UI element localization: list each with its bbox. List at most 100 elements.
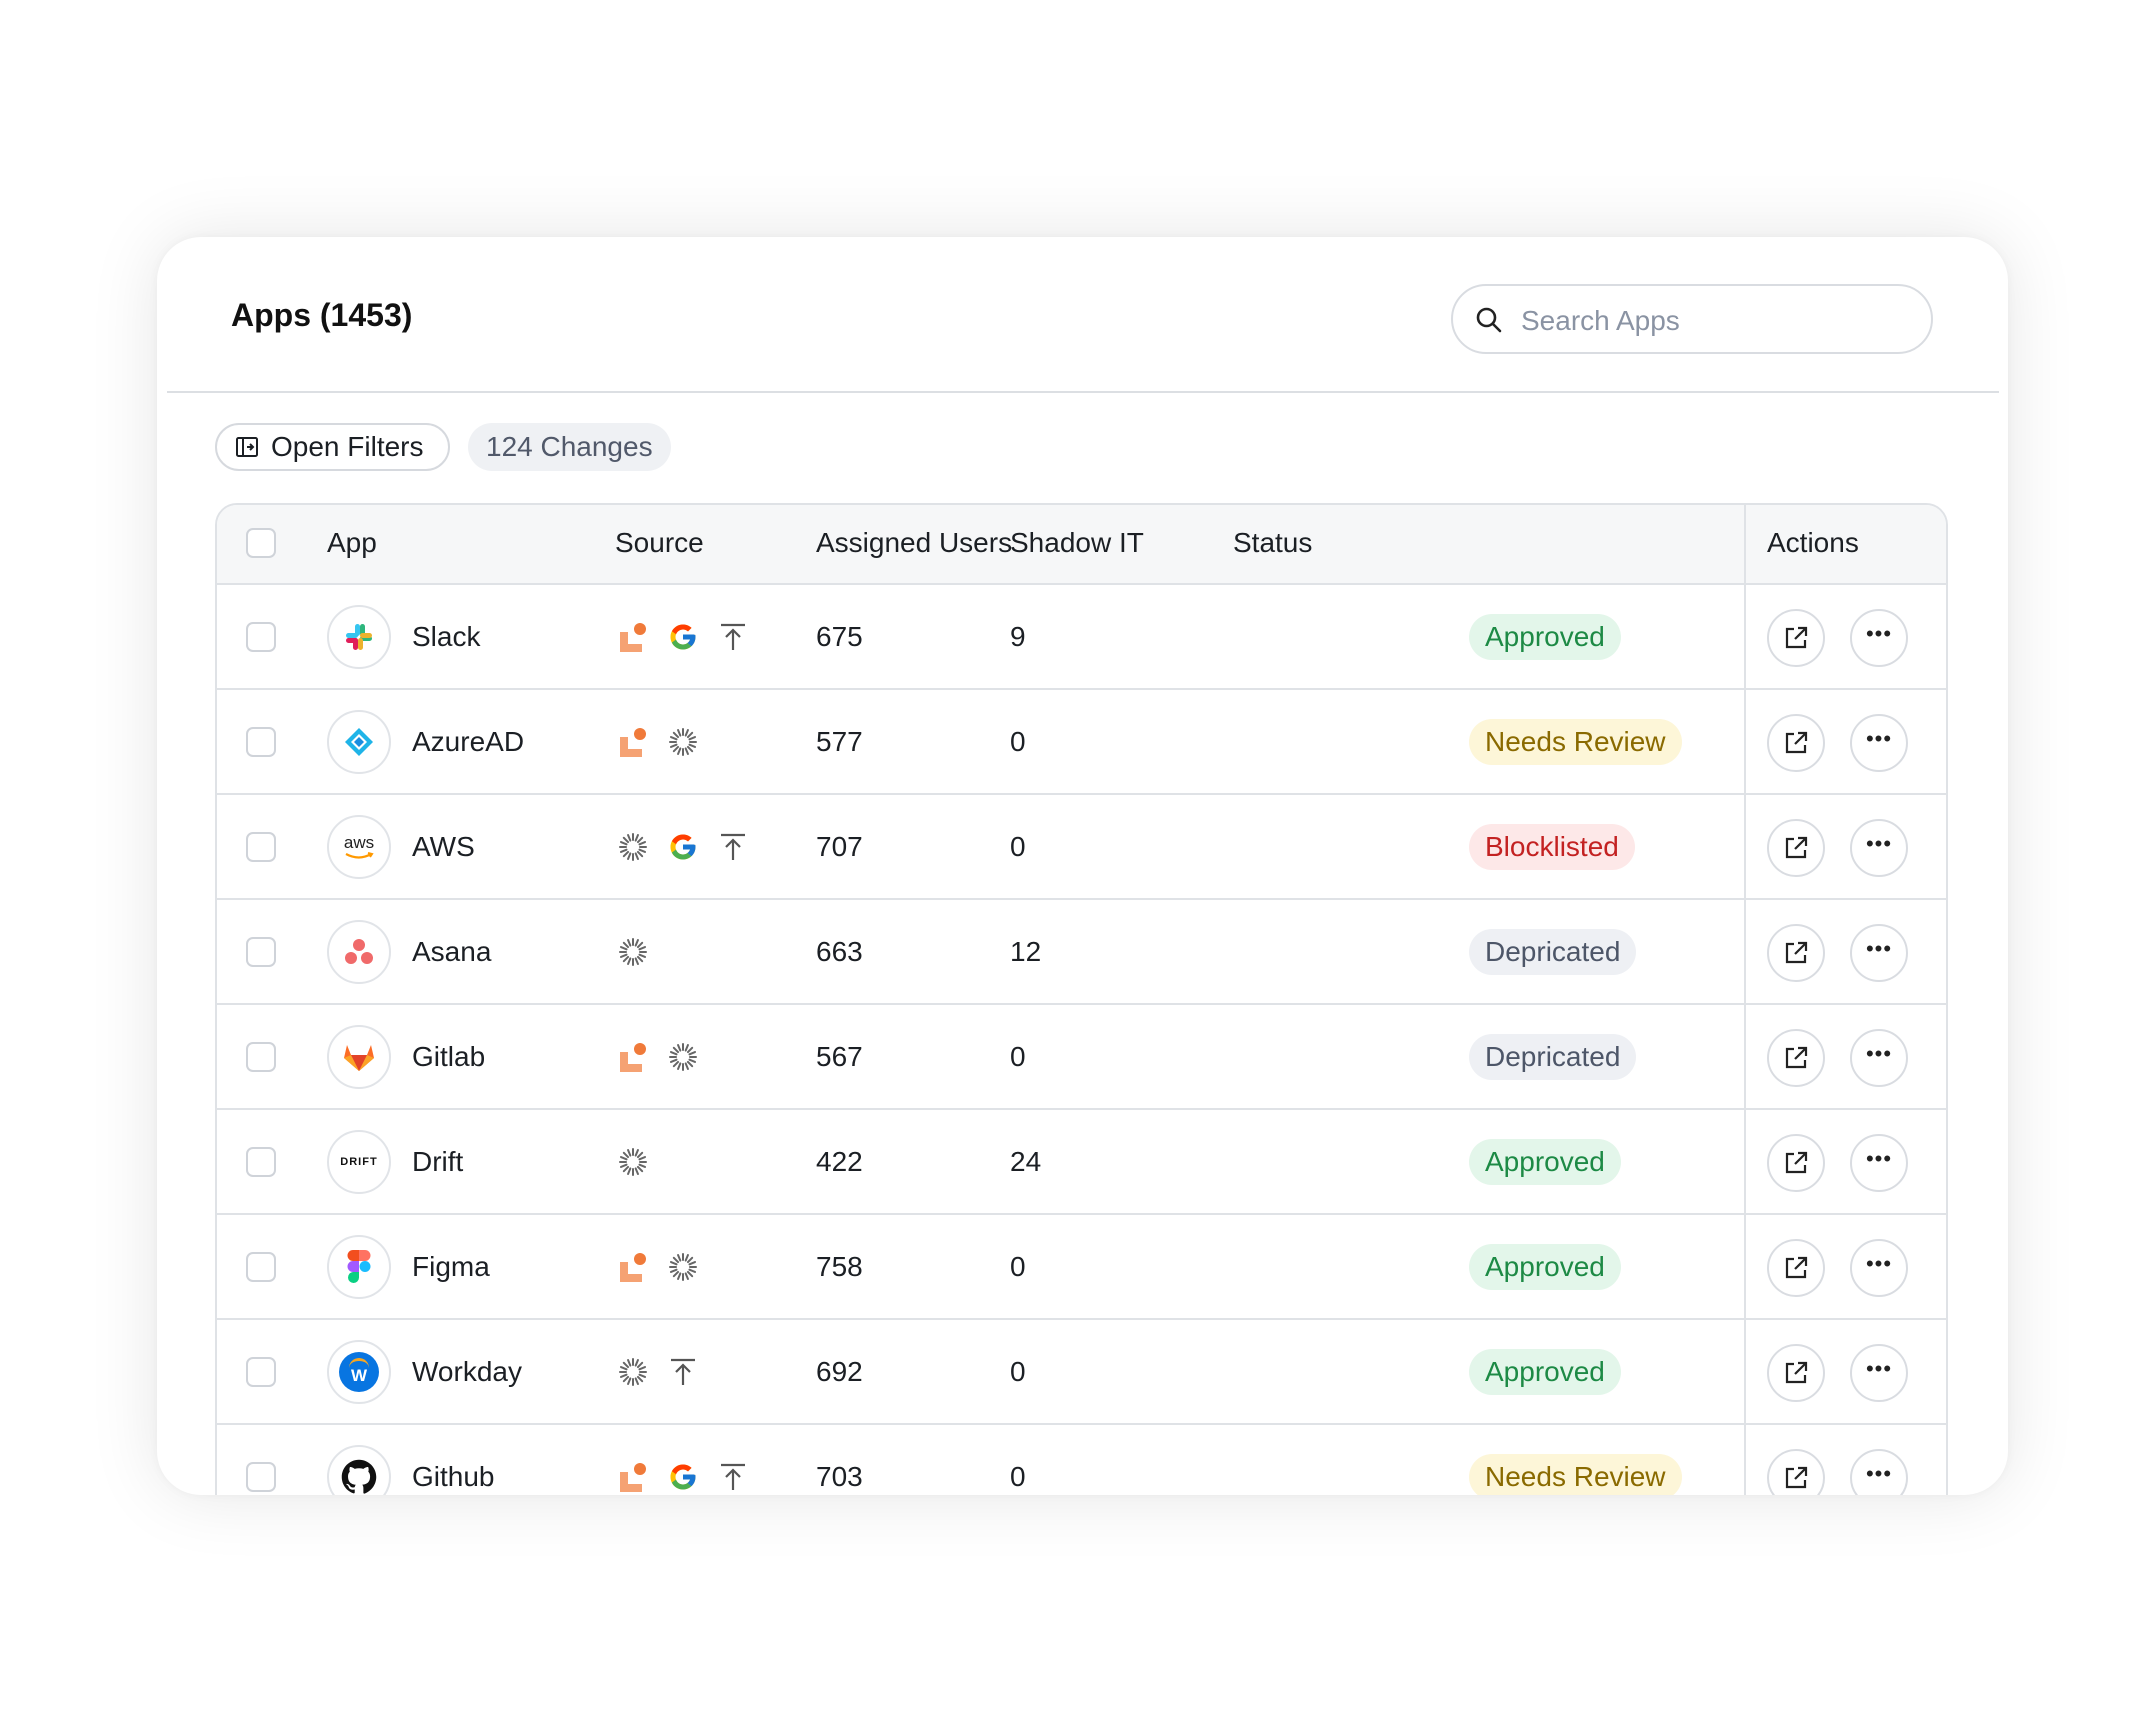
table-row[interactable]: aws AWS 707 0 Blocklisted ••• <box>217 795 1946 900</box>
app-name[interactable]: Gitlab <box>412 1041 485 1073</box>
external-link-icon <box>1783 1045 1809 1071</box>
source-icons <box>615 829 751 865</box>
col-status[interactable]: Status <box>1233 527 1312 559</box>
assigned-users-value: 692 <box>816 1356 863 1387</box>
table-row[interactable]: Figma 758 0 Approved ••• <box>217 1215 1946 1320</box>
open-app-button[interactable] <box>1767 1239 1825 1297</box>
row-checkbox[interactable] <box>246 832 276 862</box>
shadow-it-value: 0 <box>1010 1251 1026 1282</box>
external-link-icon <box>1783 835 1809 861</box>
col-app[interactable]: App <box>327 527 377 559</box>
aws-wordmark: aws <box>343 833 375 852</box>
table-row[interactable]: W Workday 692 0 Approved ••• <box>217 1320 1946 1425</box>
app-name[interactable]: Github <box>412 1461 495 1493</box>
assigned-users-value: 675 <box>816 621 863 652</box>
search-box[interactable] <box>1451 284 1933 354</box>
table-row[interactable]: AzureAD 577 0 Needs Review ••• <box>217 690 1946 795</box>
open-app-button[interactable] <box>1767 609 1825 667</box>
sync-spinner-icon <box>615 1354 651 1390</box>
col-source[interactable]: Source <box>615 527 704 559</box>
row-checkbox[interactable] <box>246 937 276 967</box>
more-actions-button[interactable]: ••• <box>1850 1029 1908 1087</box>
row-checkbox[interactable] <box>246 1147 276 1177</box>
open-app-button[interactable] <box>1767 714 1825 772</box>
more-actions-button[interactable]: ••• <box>1850 1449 1908 1495</box>
card-header: Apps (1453) <box>157 237 2008 393</box>
changes-chip[interactable]: 124 Changes <box>468 423 671 471</box>
sync-spinner-icon <box>665 724 701 760</box>
open-app-button[interactable] <box>1767 819 1825 877</box>
external-link-icon <box>1783 940 1809 966</box>
search-input[interactable] <box>1519 298 1903 344</box>
header-divider <box>167 391 1999 393</box>
app-name[interactable]: Workday <box>412 1356 522 1388</box>
col-assigned-users[interactable]: Assigned Users <box>816 527 1012 559</box>
col-actions: Actions <box>1767 527 1859 558</box>
asana-logo <box>327 920 391 984</box>
app-name[interactable]: Drift <box>412 1146 463 1178</box>
app-name[interactable]: AzureAD <box>412 726 524 758</box>
external-link-icon <box>1783 730 1809 756</box>
open-app-button[interactable] <box>1767 1449 1825 1495</box>
gitlab-logo <box>327 1025 391 1089</box>
row-checkbox[interactable] <box>246 1252 276 1282</box>
status-badge: Depricated <box>1469 1034 1637 1080</box>
more-actions-button[interactable]: ••• <box>1850 924 1908 982</box>
row-checkbox[interactable] <box>246 1042 276 1072</box>
status-label: Blocklisted <box>1485 831 1619 862</box>
table-row[interactable]: Github 703 0 Needs Review ••• <box>217 1425 1946 1495</box>
source-icons <box>615 1039 701 1075</box>
sync-spinner-icon <box>615 1144 651 1180</box>
row-checkbox[interactable] <box>246 1462 276 1492</box>
status-label: Needs Review <box>1485 726 1666 757</box>
shadow-it-value: 0 <box>1010 726 1026 757</box>
assigned-users-value: 567 <box>816 1041 863 1072</box>
table-row[interactable]: Slack 675 9 Approved ••• <box>217 585 1946 690</box>
source-icons <box>615 724 701 760</box>
drift-wordmark: DRIFT <box>340 1156 378 1168</box>
google-icon <box>665 619 701 655</box>
app-name[interactable]: Figma <box>412 1251 490 1283</box>
assigned-users-value: 707 <box>816 831 863 862</box>
source-icons <box>615 1354 701 1390</box>
open-app-button[interactable] <box>1767 1029 1825 1087</box>
external-link-icon <box>1783 1360 1809 1386</box>
open-app-button[interactable] <box>1767 1134 1825 1192</box>
status-label: Approved <box>1485 1356 1605 1387</box>
table-row[interactable]: DRIFT Drift 422 24 Approved ••• <box>217 1110 1946 1215</box>
open-filters-label: Open Filters <box>271 431 424 462</box>
row-checkbox[interactable] <box>246 1357 276 1387</box>
open-filters-button[interactable]: Open Filters <box>215 423 450 471</box>
ellipsis-icon: ••• <box>1865 1146 1893 1171</box>
sync-spinner-icon <box>615 829 651 865</box>
ellipsis-icon: ••• <box>1865 1356 1893 1381</box>
app-name[interactable]: Asana <box>412 936 491 968</box>
shadow-it-value: 9 <box>1010 621 1026 652</box>
source-icons <box>615 619 751 655</box>
more-actions-button[interactable]: ••• <box>1850 714 1908 772</box>
app-name[interactable]: Slack <box>412 621 480 653</box>
shadow-it-value: 24 <box>1010 1146 1042 1177</box>
table-row[interactable]: Asana 663 12 Depricated ••• <box>217 900 1946 1005</box>
col-shadow-it[interactable]: Shadow IT <box>1010 527 1144 559</box>
more-actions-button[interactable]: ••• <box>1850 819 1908 877</box>
more-actions-button[interactable]: ••• <box>1850 1134 1908 1192</box>
open-app-button[interactable] <box>1767 924 1825 982</box>
drift-logo: DRIFT <box>327 1130 391 1194</box>
more-actions-button[interactable]: ••• <box>1850 609 1908 667</box>
row-checkbox[interactable] <box>246 622 276 652</box>
app-name[interactable]: AWS <box>412 831 475 863</box>
orange-source-icon <box>615 1249 651 1285</box>
open-app-button[interactable] <box>1767 1344 1825 1402</box>
more-actions-button[interactable]: ••• <box>1850 1344 1908 1402</box>
more-actions-button[interactable]: ••• <box>1850 1239 1908 1297</box>
assigned-users-value: 703 <box>816 1461 863 1492</box>
table-row[interactable]: Gitlab 567 0 Depricated ••• <box>217 1005 1946 1110</box>
slack-logo <box>327 605 391 669</box>
search-icon <box>1476 307 1502 333</box>
status-badge: Needs Review <box>1469 1454 1682 1495</box>
row-checkbox[interactable] <box>246 727 276 757</box>
source-icons <box>615 1249 701 1285</box>
select-all-checkbox[interactable] <box>246 528 276 558</box>
assigned-users-value: 422 <box>816 1146 863 1177</box>
